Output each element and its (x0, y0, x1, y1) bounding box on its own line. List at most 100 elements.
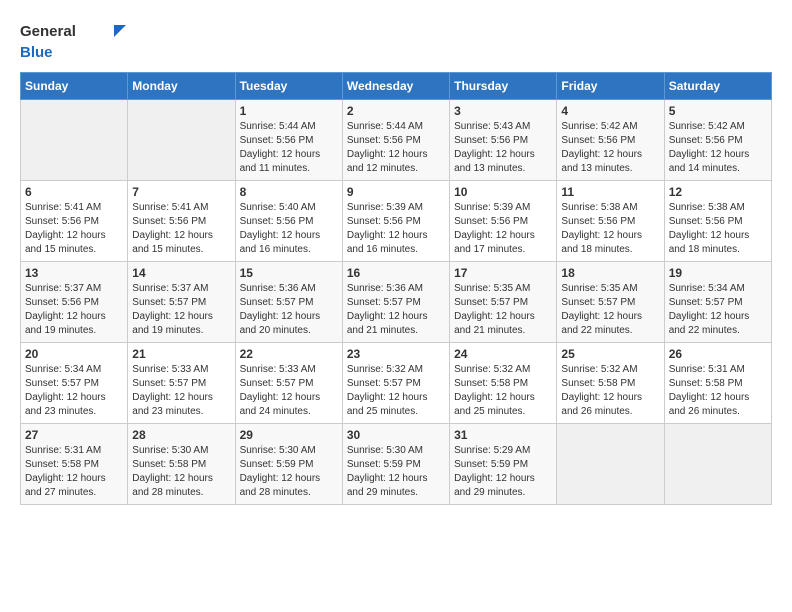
calendar-cell: 2 Sunrise: 5:44 AM Sunset: 5:56 PM Daylig… (342, 100, 449, 181)
calendar-cell: 21 Sunrise: 5:33 AM Sunset: 5:57 PM Dayli… (128, 343, 235, 424)
day-number: 18 (561, 266, 659, 280)
day-number: 2 (347, 104, 445, 118)
calendar-week-1: 1Sunrise: 5:44 AM Sunset: 5:56 PM Daylig… (21, 100, 772, 181)
calendar-week-5: 27Sunrise: 5:31 AM Sunset: 5:58 PM Dayli… (21, 424, 772, 505)
calendar-cell: 6 Sunrise: 5:41 AM Sunset: 5:56 PM Daylig… (21, 181, 128, 262)
calendar-cell: 25Sunrise: 5:32 AM Sunset: 5:58 PM Dayli… (557, 343, 664, 424)
logo: GeneralBlue (20, 20, 126, 62)
day-info: Sunrise: 5:31 AM Sunset: 5:58 PM Dayligh… (669, 363, 767, 419)
day-number: 22 (240, 347, 338, 361)
day-info: Sunrise: 5:42 AM Sunset: 5:56 PM Dayligh… (561, 120, 659, 176)
header-thursday: Thursday (450, 73, 557, 100)
day-info: Sunrise: 5:35 AM Sunset: 5:57 PM Dayligh… (454, 282, 552, 338)
calendar-cell: 16 Sunrise: 5:36 AM Sunset: 5:57 PM Dayli… (342, 262, 449, 343)
day-info: Sunrise: 5:33 AM Sunset: 5:57 PM Dayligh… (132, 363, 230, 419)
calendar-cell: 3 Sunrise: 5:43 AM Sunset: 5:56 PM Daylig… (450, 100, 557, 181)
day-number: 12 (669, 185, 767, 199)
header-friday: Friday (557, 73, 664, 100)
calendar-cell (21, 100, 128, 181)
calendar-cell: 17 Sunrise: 5:35 AM Sunset: 5:57 PM Dayli… (450, 262, 557, 343)
day-info: Sunrise: 5:36 AM Sunset: 5:57 PM Dayligh… (347, 282, 445, 338)
day-info: Sunrise: 5:42 AM Sunset: 5:56 PM Dayligh… (669, 120, 767, 176)
day-number: 10 (454, 185, 552, 199)
logo-svg (76, 21, 126, 61)
calendar-cell: 4Sunrise: 5:42 AM Sunset: 5:56 PM Daylig… (557, 100, 664, 181)
day-info: Sunrise: 5:33 AM Sunset: 5:57 PM Dayligh… (240, 363, 338, 419)
day-number: 3 (454, 104, 552, 118)
calendar-week-3: 13 Sunrise: 5:37 AM Sunset: 5:56 PM Dayli… (21, 262, 772, 343)
calendar-cell: 15 Sunrise: 5:36 AM Sunset: 5:57 PM Dayli… (235, 262, 342, 343)
day-info: Sunrise: 5:35 AM Sunset: 5:57 PM Dayligh… (561, 282, 659, 338)
calendar-cell: 23Sunrise: 5:32 AM Sunset: 5:57 PM Dayli… (342, 343, 449, 424)
day-info: Sunrise: 5:34 AM Sunset: 5:57 PM Dayligh… (25, 363, 123, 419)
day-info: Sunrise: 5:30 AM Sunset: 5:59 PM Dayligh… (347, 444, 445, 500)
day-info: Sunrise: 5:38 AM Sunset: 5:56 PM Dayligh… (561, 201, 659, 257)
day-number: 7 (132, 185, 230, 199)
calendar-cell: 7Sunrise: 5:41 AM Sunset: 5:56 PM Daylig… (128, 181, 235, 262)
day-info: Sunrise: 5:43 AM Sunset: 5:56 PM Dayligh… (454, 120, 552, 176)
day-number: 24 (454, 347, 552, 361)
day-number: 26 (669, 347, 767, 361)
day-number: 28 (132, 428, 230, 442)
day-number: 9 (347, 185, 445, 199)
day-info: Sunrise: 5:29 AM Sunset: 5:59 PM Dayligh… (454, 444, 552, 500)
calendar-table: SundayMondayTuesdayWednesdayThursdayFrid… (20, 72, 772, 505)
calendar-cell: 10 Sunrise: 5:39 AM Sunset: 5:56 PM Dayli… (450, 181, 557, 262)
calendar-cell: 20 Sunrise: 5:34 AM Sunset: 5:57 PM Dayli… (21, 343, 128, 424)
day-info: Sunrise: 5:39 AM Sunset: 5:56 PM Dayligh… (454, 201, 552, 257)
day-number: 6 (25, 185, 123, 199)
header-saturday: Saturday (664, 73, 771, 100)
day-info: Sunrise: 5:44 AM Sunset: 5:56 PM Dayligh… (240, 120, 338, 176)
calendar-cell: 9 Sunrise: 5:39 AM Sunset: 5:56 PM Daylig… (342, 181, 449, 262)
day-number: 8 (240, 185, 338, 199)
day-number: 17 (454, 266, 552, 280)
day-info: Sunrise: 5:38 AM Sunset: 5:56 PM Dayligh… (669, 201, 767, 257)
day-number: 16 (347, 266, 445, 280)
day-number: 13 (25, 266, 123, 280)
calendar-cell: 19Sunrise: 5:34 AM Sunset: 5:57 PM Dayli… (664, 262, 771, 343)
calendar-cell: 5 Sunrise: 5:42 AM Sunset: 5:56 PM Daylig… (664, 100, 771, 181)
calendar-header-row: SundayMondayTuesdayWednesdayThursdayFrid… (21, 73, 772, 100)
day-info: Sunrise: 5:40 AM Sunset: 5:56 PM Dayligh… (240, 201, 338, 257)
calendar-cell: 26 Sunrise: 5:31 AM Sunset: 5:58 PM Dayli… (664, 343, 771, 424)
calendar-cell (557, 424, 664, 505)
day-info: Sunrise: 5:34 AM Sunset: 5:57 PM Dayligh… (669, 282, 767, 338)
day-number: 5 (669, 104, 767, 118)
calendar-cell: 30 Sunrise: 5:30 AM Sunset: 5:59 PM Dayli… (342, 424, 449, 505)
day-info: Sunrise: 5:39 AM Sunset: 5:56 PM Dayligh… (347, 201, 445, 257)
day-number: 29 (240, 428, 338, 442)
calendar-week-2: 6 Sunrise: 5:41 AM Sunset: 5:56 PM Daylig… (21, 181, 772, 262)
day-info: Sunrise: 5:37 AM Sunset: 5:56 PM Dayligh… (25, 282, 123, 338)
day-number: 27 (25, 428, 123, 442)
calendar-cell: 11Sunrise: 5:38 AM Sunset: 5:56 PM Dayli… (557, 181, 664, 262)
calendar-cell: 8 Sunrise: 5:40 AM Sunset: 5:56 PM Daylig… (235, 181, 342, 262)
day-info: Sunrise: 5:32 AM Sunset: 5:57 PM Dayligh… (347, 363, 445, 419)
day-number: 15 (240, 266, 338, 280)
day-info: Sunrise: 5:30 AM Sunset: 5:58 PM Dayligh… (132, 444, 230, 500)
header-tuesday: Tuesday (235, 73, 342, 100)
calendar-week-4: 20 Sunrise: 5:34 AM Sunset: 5:57 PM Dayli… (21, 343, 772, 424)
calendar-cell (664, 424, 771, 505)
day-number: 31 (454, 428, 552, 442)
day-number: 21 (132, 347, 230, 361)
day-info: Sunrise: 5:41 AM Sunset: 5:56 PM Dayligh… (25, 201, 123, 257)
day-info: Sunrise: 5:36 AM Sunset: 5:57 PM Dayligh… (240, 282, 338, 338)
header-sunday: Sunday (21, 73, 128, 100)
day-number: 30 (347, 428, 445, 442)
day-info: Sunrise: 5:44 AM Sunset: 5:56 PM Dayligh… (347, 120, 445, 176)
calendar-cell: 24Sunrise: 5:32 AM Sunset: 5:58 PM Dayli… (450, 343, 557, 424)
header-monday: Monday (128, 73, 235, 100)
calendar-cell: 29Sunrise: 5:30 AM Sunset: 5:59 PM Dayli… (235, 424, 342, 505)
day-info: Sunrise: 5:32 AM Sunset: 5:58 PM Dayligh… (561, 363, 659, 419)
page-header: GeneralBlue (20, 20, 772, 62)
header-wednesday: Wednesday (342, 73, 449, 100)
calendar-cell: 12 Sunrise: 5:38 AM Sunset: 5:56 PM Dayli… (664, 181, 771, 262)
logo-text: GeneralBlue (20, 20, 76, 62)
calendar-cell (128, 100, 235, 181)
calendar-cell: 1Sunrise: 5:44 AM Sunset: 5:56 PM Daylig… (235, 100, 342, 181)
calendar-cell: 27Sunrise: 5:31 AM Sunset: 5:58 PM Dayli… (21, 424, 128, 505)
day-number: 20 (25, 347, 123, 361)
calendar-cell: 28 Sunrise: 5:30 AM Sunset: 5:58 PM Dayli… (128, 424, 235, 505)
calendar-cell: 18 Sunrise: 5:35 AM Sunset: 5:57 PM Dayli… (557, 262, 664, 343)
calendar-cell: 31 Sunrise: 5:29 AM Sunset: 5:59 PM Dayli… (450, 424, 557, 505)
